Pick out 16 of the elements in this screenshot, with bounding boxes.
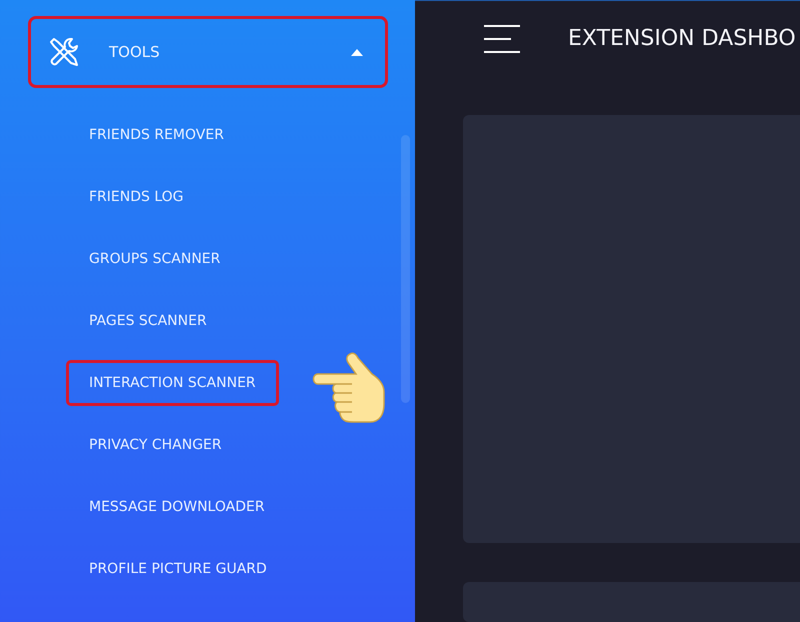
menu-item[interactable]: MESSAGE DOWNLOADER bbox=[66, 484, 288, 530]
menu-item[interactable]: PAGES SCANNER bbox=[66, 298, 230, 344]
menu-item[interactable]: PROFILE PICTURE GUARD bbox=[66, 546, 290, 592]
page-title: EXTENSION DASHBO bbox=[568, 26, 796, 51]
tools-icon bbox=[47, 35, 81, 69]
menu-item[interactable]: FRIENDS LOG bbox=[66, 174, 207, 220]
menu-item[interactable]: PRIVACY CHANGER bbox=[66, 422, 245, 468]
tools-menu-header[interactable]: TOOLS bbox=[28, 16, 388, 88]
menu-item[interactable]: INTERACTION SCANNER bbox=[66, 360, 279, 406]
menu-icon[interactable] bbox=[484, 24, 520, 52]
scrollbar[interactable] bbox=[401, 135, 410, 403]
pointing-hand-icon bbox=[310, 352, 386, 424]
caret-up-icon bbox=[351, 48, 363, 56]
menu-item[interactable]: GROUPS SCANNER bbox=[66, 236, 244, 282]
menu-item[interactable]: FRIENDS REMOVER bbox=[66, 112, 247, 158]
tools-label: TOOLS bbox=[109, 43, 161, 61]
